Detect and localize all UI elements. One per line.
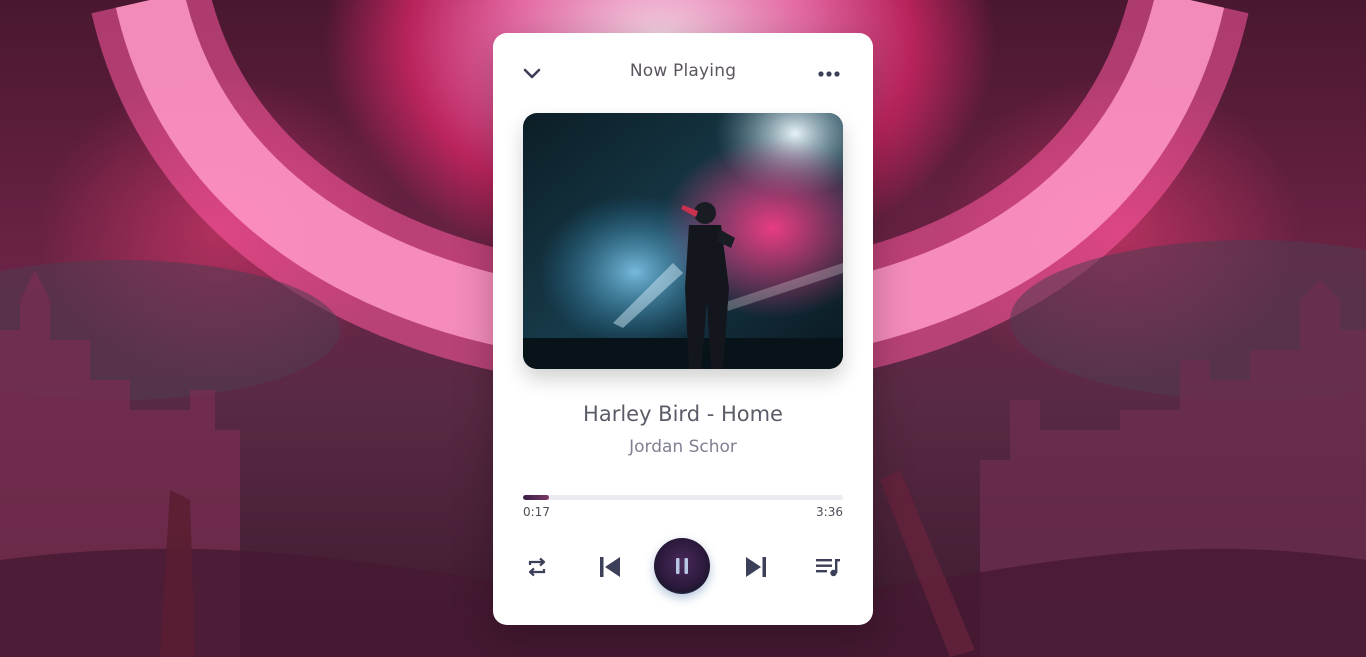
- pause-button[interactable]: [654, 538, 710, 594]
- album-cover: [523, 113, 843, 369]
- queue-music-icon[interactable]: [815, 555, 841, 579]
- pause-icon: [676, 558, 688, 574]
- page-title: Now Playing: [629, 61, 737, 81]
- skip-previous-icon[interactable]: [597, 554, 623, 580]
- top-bar: Now Playing: [493, 33, 873, 113]
- album-cover-image: [523, 113, 843, 369]
- repeat-icon[interactable]: [525, 555, 549, 579]
- now-playing-card: Now Playing Harley Bird - Home Jordan Sc…: [493, 33, 873, 625]
- more-options-icon[interactable]: [817, 63, 841, 85]
- playback-controls: [493, 538, 873, 598]
- track-title: Harley Bird - Home: [583, 402, 783, 426]
- current-time: 0:17: [523, 505, 550, 519]
- skip-next-icon[interactable]: [743, 554, 769, 580]
- total-time: 3:36: [816, 505, 843, 519]
- progress-bar[interactable]: [523, 495, 843, 500]
- progress-fill: [523, 495, 549, 500]
- track-artist: Jordan Schor: [629, 437, 737, 457]
